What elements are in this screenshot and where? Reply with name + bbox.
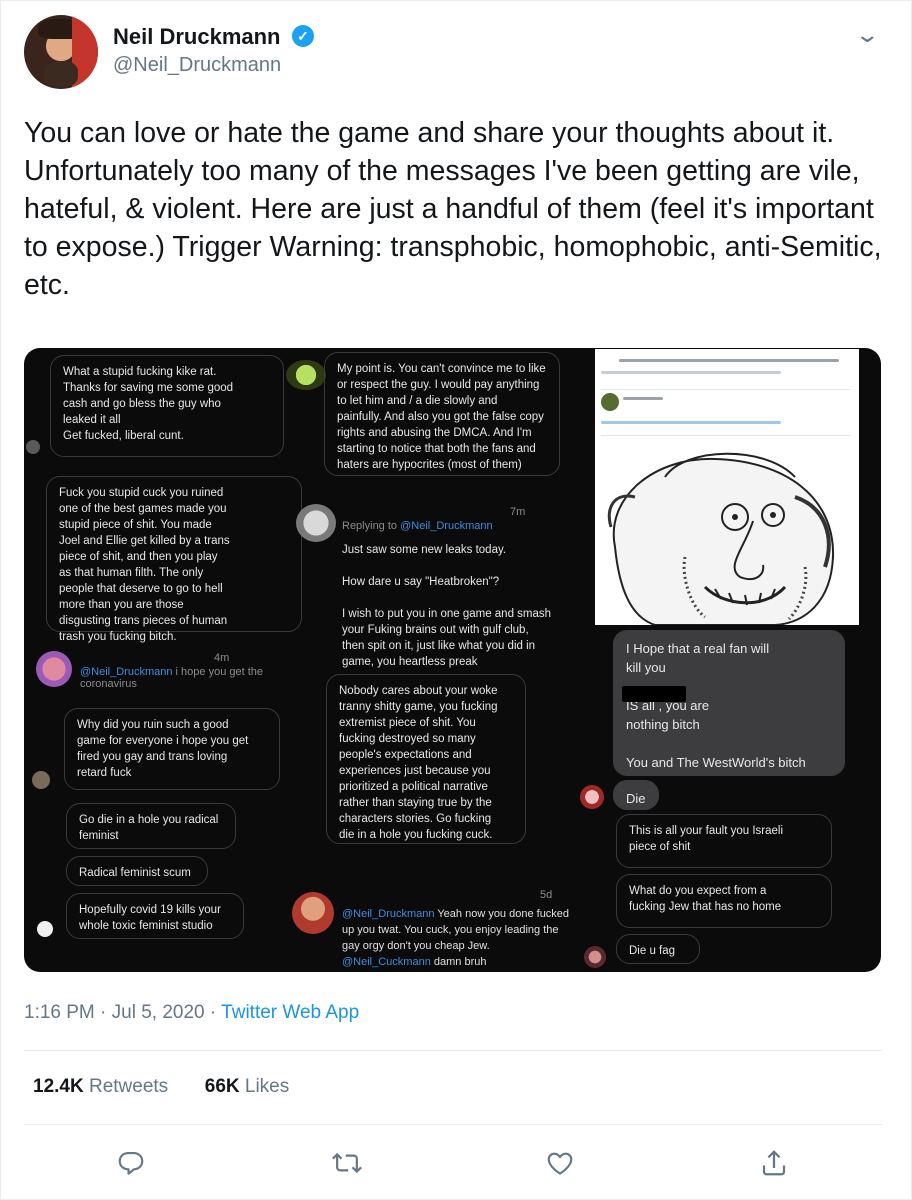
sender-avatar bbox=[286, 360, 326, 390]
likes-stat[interactable]: 66K Likes bbox=[205, 1076, 290, 1097]
tweet-source-link[interactable]: Twitter Web App bbox=[221, 1002, 359, 1023]
dm-message: I Hope that a real fan will kill you IS … bbox=[613, 630, 845, 776]
dm-message: Fuck you stupid cuck you ruined one of t… bbox=[46, 476, 302, 643]
tweet-date[interactable]: Jul 5, 2020 bbox=[112, 1002, 205, 1023]
dm-message: Die u fag bbox=[616, 934, 700, 964]
corona-reply: @Neil_Druckmann i hope you get the coron… bbox=[80, 666, 264, 690]
sender-avatar bbox=[26, 440, 40, 454]
dm-message: Hopefully covid 19 kills your whole toxi… bbox=[66, 893, 244, 939]
share-icon[interactable] bbox=[757, 1148, 791, 1178]
divider bbox=[24, 1124, 882, 1125]
sender-avatar bbox=[296, 504, 336, 542]
redaction-bar bbox=[622, 686, 686, 702]
reply-time: 5d bbox=[540, 889, 553, 901]
dm-message: What a stupid fucking kike rat. Thanks f… bbox=[50, 355, 284, 457]
reply-time: 4m bbox=[214, 652, 230, 664]
dm-message: Just saw some new leaks today. How dare … bbox=[342, 544, 552, 668]
dm-message: Why did you ruin such a good game for ev… bbox=[64, 708, 280, 790]
reply-time: 7m bbox=[510, 506, 526, 518]
caricature-illustration bbox=[607, 452, 835, 625]
dm-message: My point is. You can't convince me to li… bbox=[324, 352, 560, 476]
sender-avatar bbox=[580, 785, 604, 809]
author-avatar[interactable] bbox=[24, 15, 98, 89]
verified-badge-icon: ✓ bbox=[292, 25, 314, 47]
tweet-time[interactable]: 1:16 PM bbox=[24, 1002, 95, 1023]
sender-avatar bbox=[37, 921, 53, 937]
retweets-stat[interactable]: 12.4K Retweets bbox=[33, 1076, 168, 1097]
reply-icon[interactable] bbox=[114, 1148, 148, 1178]
embedded-tweet-screenshot bbox=[595, 349, 859, 625]
sender-avatar bbox=[584, 946, 606, 968]
retweet-icon[interactable] bbox=[330, 1148, 364, 1178]
sender-avatar bbox=[36, 651, 72, 687]
chevron-down-icon[interactable]: ⌄ bbox=[854, 22, 880, 48]
dm-message: Go die in a hole you radical feminist bbox=[66, 803, 236, 849]
tweet-text: You can love or hate the game and share … bbox=[24, 117, 882, 301]
tweet-stats: 12.4K Retweets 66K Likes bbox=[33, 1076, 289, 1098]
like-icon[interactable] bbox=[543, 1148, 577, 1178]
sender-avatar bbox=[32, 771, 50, 789]
divider bbox=[24, 1050, 882, 1051]
author-name[interactable]: Neil Druckmann bbox=[113, 24, 281, 50]
tweet-media[interactable]: What a stupid fucking kike rat. Thanks f… bbox=[24, 348, 881, 972]
dm-message: This is all your fault you Israeli piece… bbox=[616, 814, 832, 868]
dm-message: Die bbox=[613, 780, 659, 810]
dm-message: Nobody cares about your woke tranny shit… bbox=[326, 674, 526, 844]
bottom-reply: @Neil_Druckmann Yeah now you done fucked… bbox=[342, 908, 570, 968]
tweet-meta: 1:16 PM · Jul 5, 2020 · Twitter Web App bbox=[24, 1002, 360, 1023]
dm-message: Radical feminist scum bbox=[66, 856, 208, 886]
replying-to: Replying to @Neil_Druckmann bbox=[342, 520, 493, 532]
sender-avatar bbox=[292, 892, 334, 934]
author-handle[interactable]: @Neil_Druckmann bbox=[113, 54, 281, 77]
dm-message: What do you expect from a fucking Jew th… bbox=[616, 874, 832, 928]
